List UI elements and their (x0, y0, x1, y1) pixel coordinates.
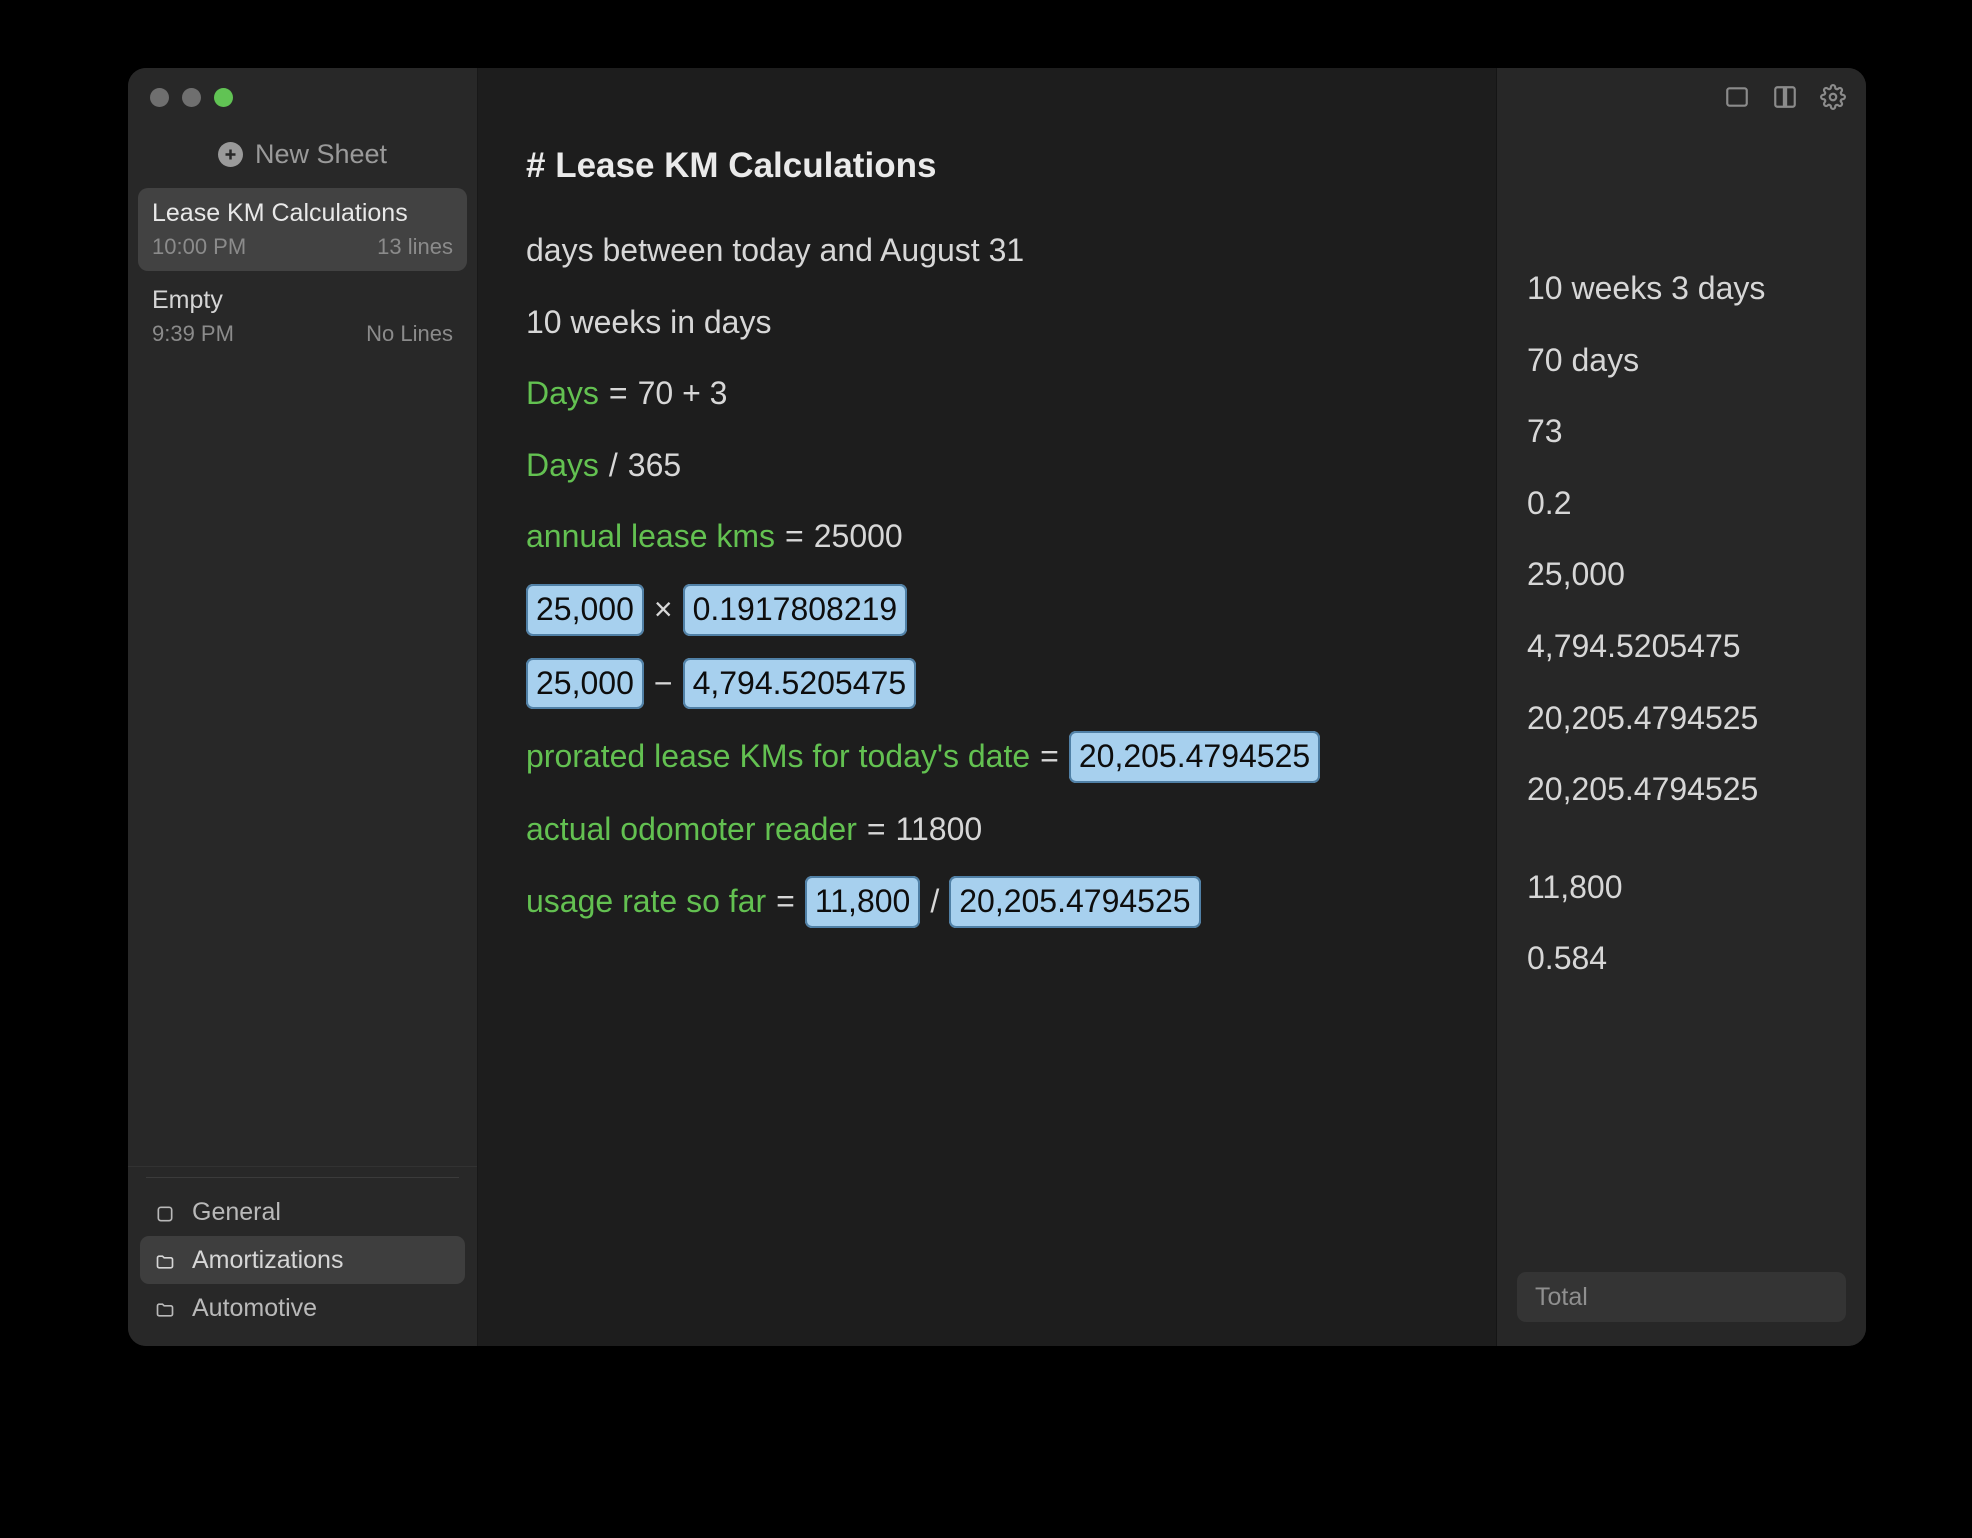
folder-item[interactable]: General (140, 1188, 465, 1236)
token-op: / (926, 877, 943, 927)
editor-line[interactable]: annual lease kms = 25000 (526, 512, 1466, 562)
editor-line[interactable]: 10 weeks in days (526, 298, 1466, 348)
document-title: # Lease KM Calculations (526, 146, 1466, 186)
window-minimize-button[interactable] (182, 88, 201, 107)
sheet-list: Lease KM Calculations 10:00 PM 13 lines Emp… (128, 182, 477, 1166)
editor-line[interactable]: actual odomoter reader = 11800 (526, 805, 1466, 855)
token-op: = (1036, 732, 1063, 782)
new-sheet-button[interactable]: New Sheet (128, 126, 477, 182)
results-pane: 10 weeks 3 days 70 days 73 0.2 25,000 4,794.5… (1496, 68, 1866, 1346)
result-value[interactable]: 20,205.4794525 (1527, 765, 1866, 815)
sidebar: New Sheet Lease KM Calculations 10:00 PM 1… (128, 68, 478, 1346)
window-titlebar (128, 68, 477, 126)
result-value[interactable]: 70 days (1527, 336, 1866, 386)
total-label: Total (1535, 1283, 1588, 1312)
folder-icon (152, 1202, 178, 1222)
editor-line[interactable]: Days/365 (526, 441, 1466, 491)
token-num: 365 (628, 441, 681, 491)
token-num: 25000 (814, 512, 903, 562)
sheet-time: 9:39 PM (152, 321, 234, 347)
sheet-title: Empty (152, 286, 453, 315)
token-chip: 20,205.4794525 (949, 876, 1200, 928)
result-value[interactable]: 25,000 (1527, 550, 1866, 600)
result-value[interactable]: 10 weeks 3 days (1527, 264, 1866, 314)
new-sheet-label: New Sheet (255, 139, 387, 170)
result-value[interactable]: 0.2 (1527, 479, 1866, 529)
result-value[interactable]: 73 (1527, 407, 1866, 457)
token-chip: 4,794.5205475 (683, 658, 917, 710)
token-var: Days (526, 369, 599, 419)
token-num: 11800 (896, 805, 983, 855)
editor-line[interactable]: days between today and August 31 (526, 226, 1466, 276)
editor-line[interactable]: 25,000 − 4,794.5205475 (526, 658, 1466, 710)
window-close-button[interactable] (150, 88, 169, 107)
editor-line[interactable]: Days =70 + 3 (526, 369, 1466, 419)
folder-label: Automotive (192, 1294, 317, 1323)
token-var: usage rate so far (526, 877, 766, 927)
token-op: / (605, 441, 622, 491)
token-chip: 25,000 (526, 658, 644, 710)
token-op: = (863, 805, 890, 855)
token-op: = (781, 512, 808, 562)
window-zoom-button[interactable] (214, 88, 233, 107)
folder-label: General (192, 1198, 281, 1227)
result-value[interactable]: 20,205.4794525 (1527, 694, 1866, 744)
result-value[interactable]: 11,800 (1527, 863, 1866, 913)
token-var: annual lease kms (526, 512, 775, 562)
editor-line[interactable]: usage rate so far = 11,800/20,205.479452… (526, 876, 1466, 928)
token-chip: 11,800 (805, 876, 921, 928)
divider (146, 1177, 459, 1178)
sheet-item[interactable]: Lease KM Calculations 10:00 PM 13 lines (138, 188, 467, 271)
editor-pane[interactable]: # Lease KM Calculations days between tod… (478, 68, 1496, 1346)
editor-line[interactable]: prorated lease KMs for today's date = 20… (526, 731, 1466, 783)
token-op: = (772, 877, 799, 927)
folder-icon (152, 1250, 178, 1270)
token-var: prorated lease KMs for today's date (526, 732, 1030, 782)
editor-line[interactable]: 25,000 × 0.1917808219 (526, 584, 1466, 636)
token-text: days between today and August 31 (526, 226, 1024, 276)
token-text: 10 weeks in days (526, 298, 771, 348)
sheet-item[interactable]: Empty 9:39 PM No Lines (138, 275, 467, 358)
token-chip: 25,000 (526, 584, 644, 636)
panel-icon[interactable] (1724, 84, 1750, 110)
results-toolbar (1497, 68, 1866, 126)
sheet-title: Lease KM Calculations (152, 199, 453, 228)
sheet-time: 10:00 PM (152, 234, 246, 260)
gear-icon[interactable] (1820, 84, 1846, 110)
token-op: − (650, 659, 677, 709)
token-op: × (650, 585, 677, 635)
sheet-lines: No Lines (366, 321, 453, 347)
folder-icon (152, 1298, 178, 1318)
token-num: 70 + 3 (638, 369, 728, 419)
sheet-lines: 13 lines (377, 234, 453, 260)
total-button[interactable]: Total (1517, 1272, 1846, 1322)
folder-list: General Amortizations Automotive (128, 1166, 477, 1346)
token-op: = (605, 369, 632, 419)
result-value[interactable]: 0.584 (1527, 934, 1866, 984)
folder-item[interactable]: Automotive (140, 1284, 465, 1332)
folder-item[interactable]: Amortizations (140, 1236, 465, 1284)
folder-label: Amortizations (192, 1246, 343, 1275)
token-var: actual odomoter reader (526, 805, 857, 855)
book-icon[interactable] (1772, 84, 1798, 110)
token-var: Days (526, 441, 599, 491)
token-chip: 20,205.4794525 (1069, 731, 1320, 783)
token-chip: 0.1917808219 (683, 584, 908, 636)
plus-icon (218, 142, 243, 167)
app-window: New Sheet Lease KM Calculations 10:00 PM 1… (128, 68, 1866, 1346)
result-value[interactable]: 4,794.5205475 (1527, 622, 1866, 672)
